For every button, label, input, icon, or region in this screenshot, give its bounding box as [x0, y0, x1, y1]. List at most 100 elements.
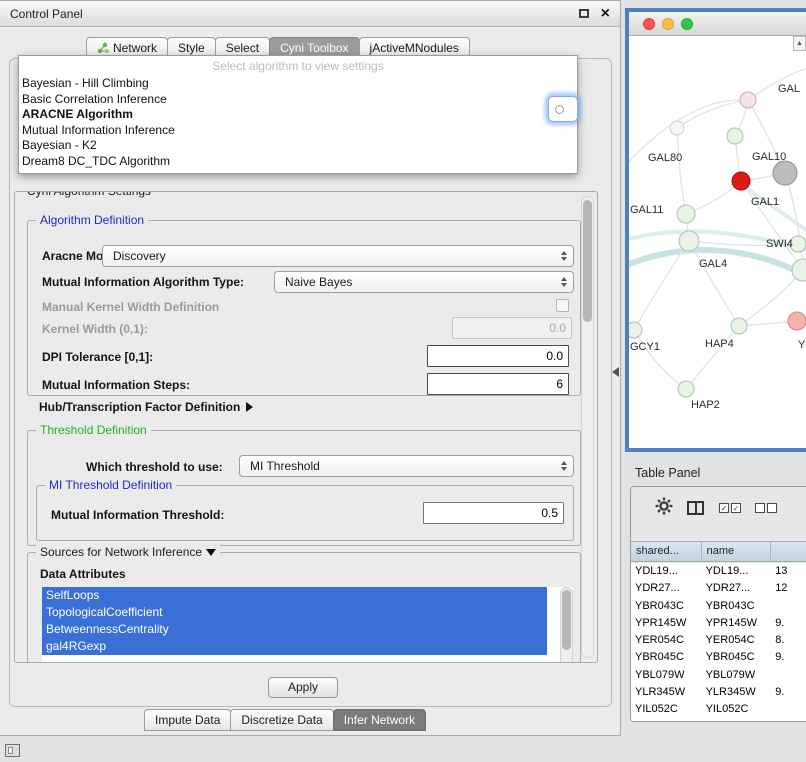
algorithm-combobox-fragment[interactable] [548, 96, 578, 122]
control-panel-titlebar[interactable]: Control Panel × [0, 1, 620, 27]
tab-label: Style [178, 41, 205, 55]
tab-label: Discretize Data [241, 713, 322, 727]
dot-icon [555, 105, 564, 114]
close-traffic-light-icon[interactable] [643, 18, 655, 30]
table-row[interactable]: YLR345WYLR345W9. [631, 684, 806, 701]
zoom-traffic-light-icon[interactable] [681, 18, 693, 30]
tab-discretize-data[interactable]: Discretize Data [230, 709, 333, 731]
table-row[interactable]: YBR045CYBR045C9. [631, 649, 806, 666]
dropdown-item[interactable]: Bayesian - K2 [19, 138, 577, 154]
column-header[interactable] [771, 542, 806, 561]
table-row[interactable]: YPR145WYPR145W9. [631, 615, 806, 632]
sources-title-label: Sources for Network Inference [40, 545, 202, 559]
graph-node[interactable] [677, 205, 695, 223]
sources-title[interactable]: Sources for Network Inference [36, 545, 220, 559]
list-item[interactable]: BetweennessCentrality [42, 621, 547, 638]
dropdown-item-highlighted[interactable]: ARACNE Algorithm [19, 107, 577, 123]
checked-box-icon[interactable]: ✓ [719, 503, 729, 513]
dropdown-item[interactable]: Dream8 DC_TDC Algorithm [19, 154, 577, 170]
graph-node-neutral[interactable] [773, 161, 797, 185]
table-row[interactable]: YDL19...YDL19...13 [631, 563, 806, 580]
manual-kernel-checkbox[interactable] [556, 299, 569, 312]
table-row[interactable]: YER054CYER054C8. [631, 632, 806, 649]
tab-label: Cyni Toolbox [280, 41, 348, 55]
graph-node[interactable] [679, 231, 699, 251]
mi-threshold-group: MI Threshold Definition Mutual Informati… [36, 485, 574, 541]
graph-node[interactable] [792, 259, 806, 281]
unchecked-box-icon[interactable] [755, 503, 765, 513]
tab-label: Network [113, 41, 157, 55]
list-item[interactable]: gal4RGexp [42, 638, 547, 655]
graph-node-highlighted[interactable] [732, 172, 750, 190]
settings-scrollbar-thumb[interactable] [583, 200, 592, 322]
mi-steps-label: Mutual Information Steps: [42, 378, 190, 392]
list-scrollbar-thumb[interactable] [562, 590, 571, 650]
node-label: HAP4 [705, 338, 734, 350]
tab-impute-data[interactable]: Impute Data [144, 709, 231, 731]
which-threshold-combobox[interactable]: MI Threshold [239, 455, 574, 477]
cell: YPR145W [631, 615, 702, 632]
group-title: Algorithm Definition [36, 213, 148, 227]
hub-definition-section[interactable]: Hub/Transcription Factor Definition [39, 400, 253, 414]
gear-icon[interactable] [655, 497, 673, 515]
cell: YBR043C [631, 598, 702, 615]
node-label: GCY1 [630, 341, 660, 353]
network-icon [97, 42, 109, 54]
graph-node[interactable] [678, 381, 694, 397]
kernel-width-input[interactable] [452, 317, 572, 339]
dropdown-item[interactable]: Mutual Information Inference [19, 123, 577, 139]
table-row[interactable]: YBL079WYBL079W [631, 667, 806, 684]
list-scrollbar[interactable] [560, 587, 573, 663]
expanded-arrow-icon[interactable] [206, 549, 216, 556]
combobox-arrows-icon [561, 277, 567, 287]
minimize-traffic-light-icon[interactable] [662, 18, 674, 30]
panel-collapse-arrow-icon[interactable] [612, 367, 619, 377]
graph-node[interactable] [740, 92, 756, 108]
close-icon[interactable]: × [601, 6, 610, 22]
dropdown-item[interactable]: Basic Correlation Inference [19, 92, 577, 108]
checked-box-icon[interactable]: ✓ [731, 503, 741, 513]
list-item[interactable]: SelfLoops [42, 587, 547, 604]
column-header[interactable]: name [702, 542, 772, 561]
columns-icon[interactable] [687, 501, 704, 515]
table-row[interactable]: YIL052CYIL052C [631, 701, 806, 718]
graph-edge [634, 330, 686, 389]
graph-node[interactable] [788, 312, 806, 330]
list-item[interactable]: TopologicalCoefficient [42, 604, 547, 621]
collapsed-arrow-icon[interactable] [246, 402, 253, 412]
tab-infer-network[interactable]: Infer Network [333, 709, 426, 731]
cell: 9. [771, 684, 806, 701]
table-panel-window: ✓ ✓ shared... name YDL19...YDL19...13 YD… [630, 486, 806, 722]
apply-button[interactable]: Apply [268, 677, 338, 698]
window-title: Control Panel [10, 7, 579, 21]
group-title: Threshold Definition [36, 423, 151, 437]
mi-type-combobox[interactable]: Naive Bayes [274, 271, 574, 293]
mi-threshold-input[interactable] [423, 502, 564, 524]
scroll-up-arrow-icon[interactable]: ▲ [793, 36, 806, 51]
combobox-value: MI Threshold [246, 459, 561, 473]
graph-node[interactable] [629, 322, 642, 338]
bottom-tabs: Impute Data Discretize Data Infer Networ… [144, 709, 425, 731]
graph-node[interactable] [731, 318, 747, 334]
minimized-panel-icon[interactable] [5, 744, 20, 757]
column-header[interactable]: shared... [631, 542, 702, 561]
group-title: Cyni Algorithm Settings [23, 191, 155, 198]
float-window-icon[interactable] [579, 9, 589, 18]
cell: YIL052C [631, 701, 702, 718]
cell: YBL079W [631, 667, 702, 684]
algorithm-dropdown-popup: Select algorithm to view settings Bayesi… [18, 55, 578, 174]
graph-node[interactable] [727, 128, 743, 144]
table-row[interactable]: YDR27...YDR27...12 [631, 580, 806, 597]
aracne-mode-combobox[interactable]: Discovery [102, 245, 574, 267]
settings-scrollbar[interactable] [581, 196, 594, 658]
graph-node[interactable] [670, 121, 684, 135]
network-canvas[interactable]: ▲ [629, 36, 806, 448]
unchecked-box-icon[interactable] [767, 503, 777, 513]
dropdown-item[interactable]: Bayesian - Hill Climbing [19, 76, 577, 92]
dpi-tolerance-input[interactable] [427, 345, 569, 367]
table-row[interactable]: YBR043CYBR043C [631, 598, 806, 615]
table-panel-title: Table Panel [635, 466, 700, 480]
network-window-titlebar[interactable] [629, 12, 806, 36]
tab-label: Impute Data [155, 713, 220, 727]
mi-steps-input[interactable] [427, 373, 569, 395]
